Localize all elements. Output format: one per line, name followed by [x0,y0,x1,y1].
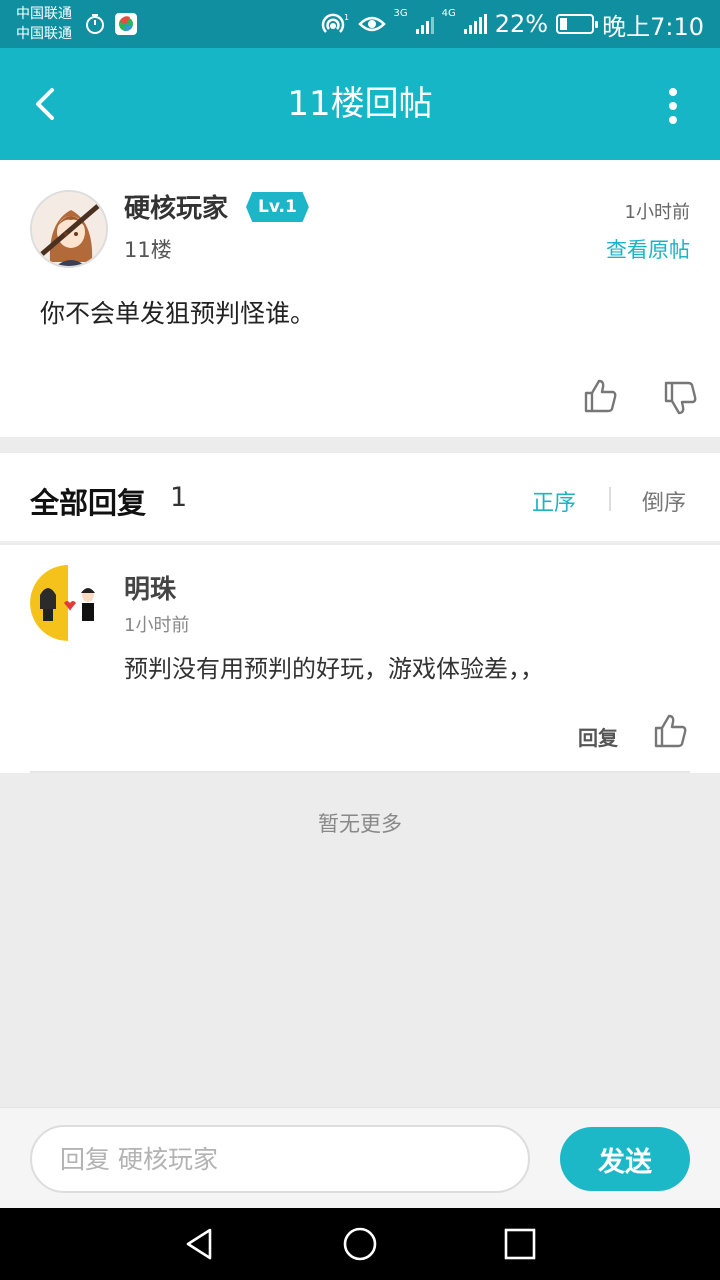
replies-header: 全部回复 1 正序 倒序 [0,453,720,543]
no-more-text: 暂无更多 [318,812,402,836]
post-time: 1小时前 [624,202,690,223]
screen: 中国联通 中国联通 1 3G 4G 22% 晚上7:10 11楼回帖 硬核玩家 … [0,0,720,1280]
status-bar: 中国联通 中国联通 1 3G 4G 22% 晚上7:10 [0,0,720,48]
carrier-info: 中国联通 中国联通 [16,4,72,44]
thumbs-down-icon[interactable] [662,380,698,416]
floor-number: 11楼 [124,238,172,262]
battery-icon [556,14,599,34]
reply-divider [30,771,690,773]
hotspot-icon: 1 [321,13,349,33]
battery-percent: 22% [494,10,549,38]
send-button[interactable]: 发送 [560,1127,690,1191]
reply-time: 1小时前 [124,615,190,636]
app-notification-icon [115,13,137,35]
replies-count: 1 [170,482,188,513]
view-original-post-link[interactable]: 查看原帖 [606,234,690,264]
page-title: 11楼回帖 [287,84,433,124]
nav-back-icon[interactable] [180,1224,220,1264]
network-4g-label: 4G [441,8,456,19]
status-right-icons: 1 3G 4G 22% 晚上7:10 [320,0,704,48]
app-header: 11楼回帖 [0,48,720,160]
nav-recents-icon[interactable] [500,1224,540,1264]
author-avatar[interactable] [30,190,108,268]
carrier-2: 中国联通 [16,26,72,42]
nav-home-icon[interactable] [340,1224,380,1264]
reply-author-name[interactable]: 明珠 [124,569,176,606]
signal-3g-icon [415,14,434,34]
reply-author-avatar[interactable] [30,565,106,641]
reply-composer: 发送 [0,1107,720,1208]
network-3g-label: 3G [393,8,408,19]
timer-icon [86,14,104,34]
carrier-1: 中国联通 [16,6,72,22]
sort-ascending-button[interactable]: 正序 [532,485,576,517]
clock: 晚上7:10 [602,12,704,41]
reply-content: 预判没有用预判的好玩，游戏体验差，， [124,655,544,683]
sort-descending-button[interactable]: 倒序 [642,485,686,517]
system-navigation-bar [0,1208,720,1280]
reply-input[interactable] [30,1125,530,1193]
anime-girl-avatar-icon [32,192,106,266]
author-name[interactable]: 硬核玩家 [124,188,228,225]
eye-comfort-icon [357,16,386,32]
more-options-icon[interactable] [666,86,680,126]
post-content: 你不会单发狙预判怪谁。 [40,299,316,328]
floor-post-card: 硬核玩家 Lv.1 11楼 1小时前 查看原帖 你不会单发狙预判怪谁。 [0,160,720,437]
battery-fill [560,18,567,30]
signal-4g-icon [463,14,487,34]
reply-item: 明珠 1小时前 预判没有用预判的好玩，游戏体验差，， 回复 [0,545,720,773]
thumbs-up-icon[interactable] [582,378,618,414]
all-replies-label: 全部回复 [30,486,147,520]
status-left-icons [84,12,138,36]
couple-avatar-icon [30,565,106,641]
sort-divider [609,487,611,511]
level-badge: Lv.1 [246,192,309,222]
svg-text:1: 1 [344,13,349,22]
thumbs-up-icon[interactable] [652,713,688,749]
reply-button[interactable]: 回复 [578,722,618,751]
